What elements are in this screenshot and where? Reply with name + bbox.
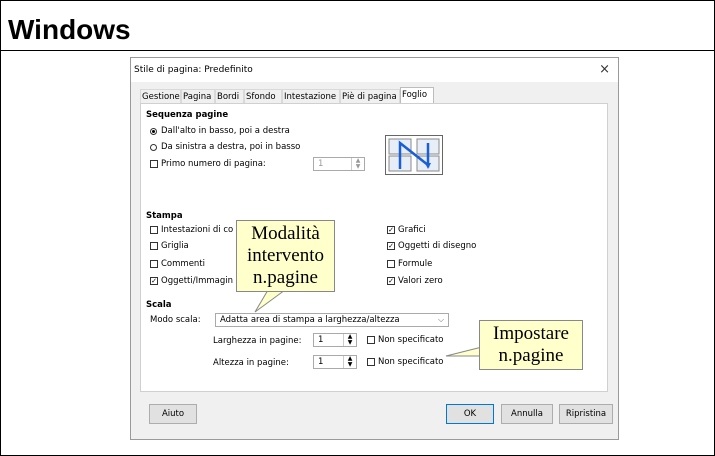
set-callout-line1: Impostare [493, 323, 569, 344]
set-callout-line2: n.pagine [498, 345, 564, 366]
set-pages-callout: Impostare n.pagine [479, 320, 583, 370]
mode-callout-line3: n.pagine [253, 267, 318, 288]
mode-callout-line1: Modalità [251, 223, 320, 244]
mode-callout: Modalità intervento n.pagine [236, 220, 335, 292]
mode-callout-line2: intervento [246, 245, 325, 266]
callout-pointers [254, 289, 483, 357]
